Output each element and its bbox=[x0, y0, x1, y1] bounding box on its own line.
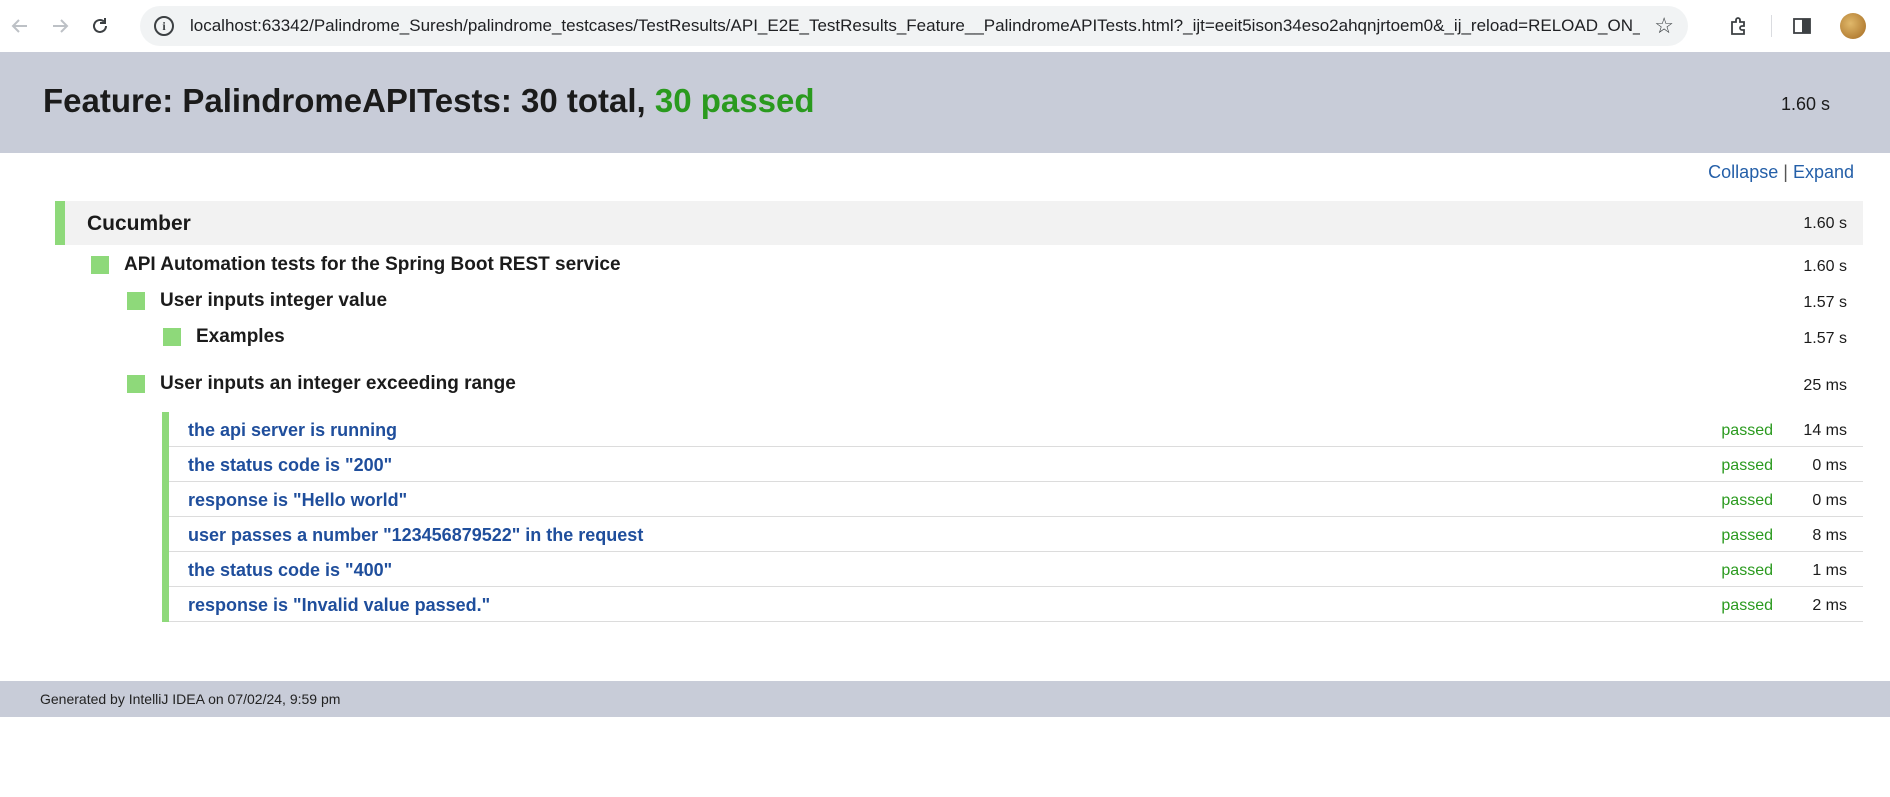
step-duration: 2 ms bbox=[1812, 597, 1847, 614]
browser-toolbar: i localhost:63342/Palindrome_Suresh/pali… bbox=[0, 0, 1890, 52]
examples-row[interactable]: Examples 1.57 s bbox=[55, 319, 1863, 355]
report-title: Feature: PalindromeAPITests: 30 total, 3… bbox=[43, 82, 814, 120]
step-row[interactable]: the status code is "200" passed 0 ms bbox=[169, 447, 1863, 482]
suite-name: Cucumber bbox=[87, 212, 191, 235]
bookmark-star-icon[interactable]: ☆ bbox=[1654, 13, 1674, 39]
scenario-duration: 1.57 s bbox=[1803, 294, 1847, 311]
step-name[interactable]: the api server is running bbox=[188, 420, 397, 441]
step-status: passed bbox=[1721, 527, 1773, 544]
scenario-name: User inputs an integer exceeding range bbox=[160, 373, 516, 394]
scenario-name: User inputs integer value bbox=[160, 290, 388, 311]
step-row[interactable]: the api server is running passed 14 ms bbox=[169, 412, 1863, 447]
examples-duration: 1.57 s bbox=[1803, 330, 1847, 347]
step-list: the api server is running passed 14 ms t… bbox=[162, 412, 1863, 622]
back-icon[interactable] bbox=[0, 6, 40, 46]
step-duration: 0 ms bbox=[1812, 492, 1847, 509]
scenario-row[interactable]: User inputs integer value 1.57 s bbox=[55, 283, 1863, 319]
title-prefix: Feature: PalindromeAPITests: 30 total, bbox=[43, 82, 655, 119]
step-name[interactable]: the status code is "200" bbox=[188, 455, 392, 476]
collapse-link[interactable]: Collapse bbox=[1708, 162, 1778, 182]
step-name[interactable]: user passes a number "123456879522" in t… bbox=[188, 525, 643, 546]
passed-status-square bbox=[163, 328, 181, 346]
passed-status-square bbox=[127, 292, 145, 310]
side-panel-icon[interactable] bbox=[1782, 6, 1822, 46]
site-info-icon[interactable]: i bbox=[154, 16, 174, 36]
step-name[interactable]: response is "Hello world" bbox=[188, 490, 407, 511]
tree-controls: Collapse | Expand bbox=[1708, 162, 1854, 183]
passed-status-square bbox=[127, 375, 145, 393]
step-row[interactable]: the status code is "400" passed 1 ms bbox=[169, 552, 1863, 587]
step-row[interactable]: user passes a number "123456879522" in t… bbox=[169, 517, 1863, 552]
total-duration: 1.60 s bbox=[1780, 94, 1830, 114]
step-name[interactable]: the status code is "400" bbox=[188, 560, 392, 581]
step-row[interactable]: response is "Invalid value passed." pass… bbox=[169, 587, 1863, 622]
title-passed-count: 30 passed bbox=[654, 82, 815, 119]
forward-icon[interactable] bbox=[40, 6, 80, 46]
footer-text: Generated by IntelliJ IDEA on 07/02/24, … bbox=[40, 691, 341, 707]
step-name[interactable]: response is "Invalid value passed." bbox=[188, 595, 490, 616]
controls-separator: | bbox=[1783, 162, 1788, 182]
address-bar[interactable]: i localhost:63342/Palindrome_Suresh/pali… bbox=[140, 6, 1688, 46]
url-text[interactable]: localhost:63342/Palindrome_Suresh/palind… bbox=[190, 16, 1640, 36]
passed-status-square bbox=[91, 256, 109, 274]
extensions-icon[interactable] bbox=[1719, 6, 1759, 46]
step-status: passed bbox=[1721, 562, 1773, 579]
suite-row[interactable]: Cucumber 1.60 s bbox=[55, 201, 1863, 245]
report-header: Feature: PalindromeAPITests: 30 total, 3… bbox=[0, 52, 1890, 153]
step-status: passed bbox=[1721, 492, 1773, 509]
step-status: passed bbox=[1721, 422, 1773, 439]
expand-link[interactable]: Expand bbox=[1793, 162, 1854, 182]
feature-name: API Automation tests for the Spring Boot… bbox=[124, 254, 621, 275]
suite-duration: 1.60 s bbox=[1803, 215, 1847, 232]
step-duration: 8 ms bbox=[1812, 527, 1847, 544]
examples-name: Examples bbox=[196, 326, 285, 347]
step-status: passed bbox=[1721, 457, 1773, 474]
reload-icon[interactable] bbox=[80, 6, 120, 46]
step-status: passed bbox=[1721, 597, 1773, 614]
report-footer: Generated by IntelliJ IDEA on 07/02/24, … bbox=[0, 681, 1890, 717]
profile-avatar[interactable] bbox=[1840, 13, 1866, 39]
scenario-duration: 25 ms bbox=[1803, 377, 1847, 394]
step-duration: 14 ms bbox=[1803, 422, 1847, 439]
step-duration: 1 ms bbox=[1812, 562, 1847, 579]
test-tree: Cucumber 1.60 s API Automation tests for… bbox=[55, 201, 1863, 622]
toolbar-divider bbox=[1771, 15, 1772, 37]
feature-duration: 1.60 s bbox=[1803, 258, 1847, 275]
feature-row[interactable]: API Automation tests for the Spring Boot… bbox=[55, 247, 1863, 283]
step-duration: 0 ms bbox=[1812, 457, 1847, 474]
scenario-row[interactable]: User inputs an integer exceeding range 2… bbox=[55, 366, 1863, 402]
step-row[interactable]: response is "Hello world" passed 0 ms bbox=[169, 482, 1863, 517]
